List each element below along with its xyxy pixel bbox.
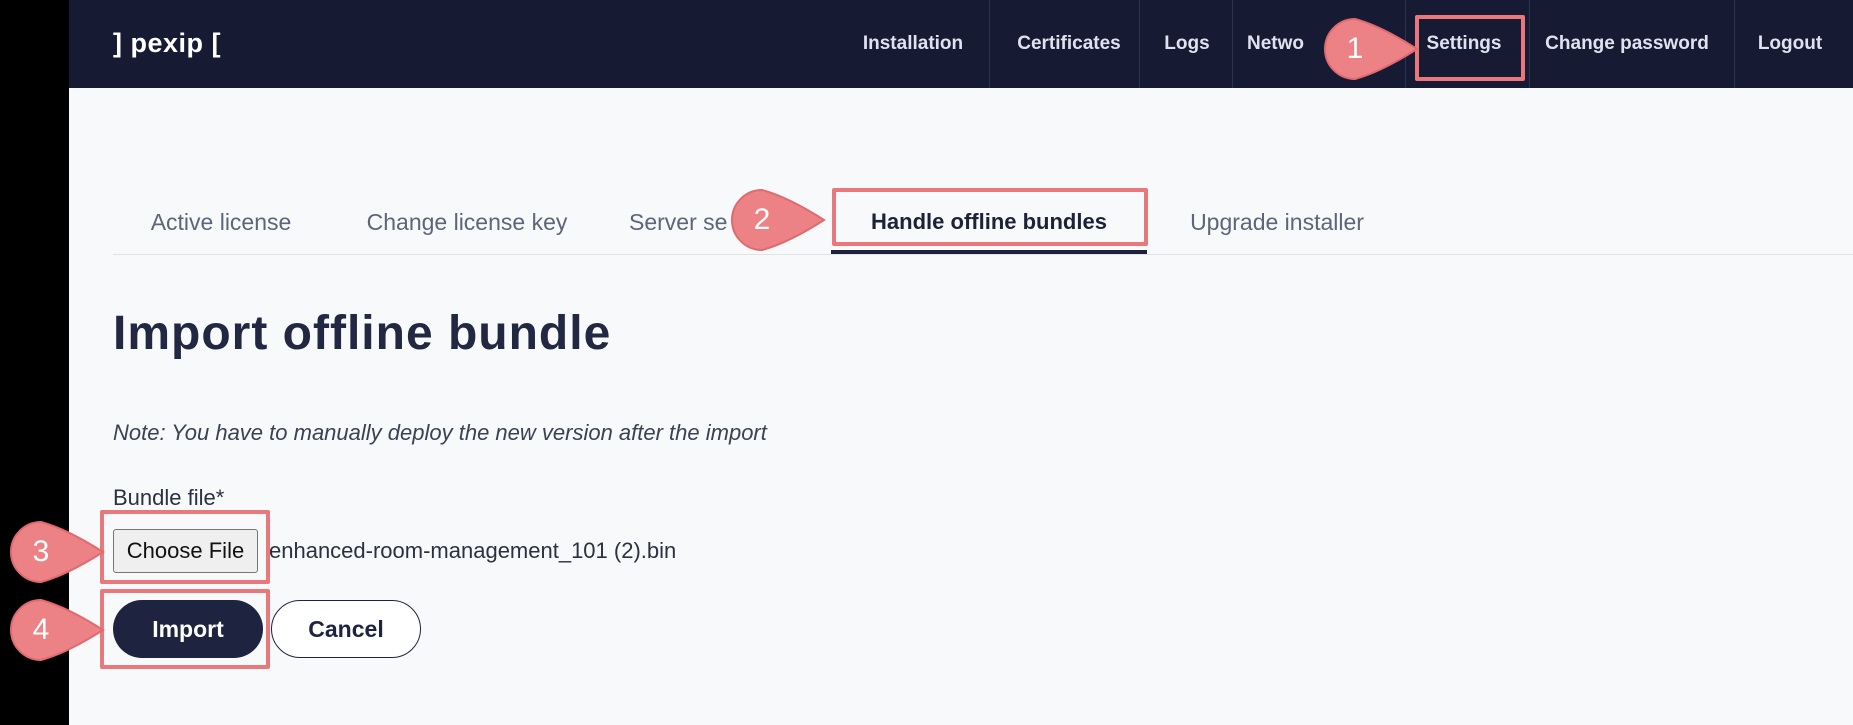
tab-upgrade-installer[interactable]: Upgrade installer [1179, 200, 1375, 244]
highlight-box-settings [1415, 15, 1525, 81]
callout-number: 2 [753, 203, 771, 236]
callout-badge-3: 3 [9, 520, 105, 584]
nav-item-change-password[interactable]: Change password [1537, 0, 1717, 88]
tab-change-license-key[interactable]: Change license key [355, 200, 579, 244]
bundle-file-label: Bundle file* [113, 485, 225, 510]
callout-number: 1 [1346, 32, 1364, 65]
selected-file-name: enhanced-room-management_101 (2).bin [269, 538, 677, 563]
callout-number: 4 [32, 613, 50, 646]
import-note: Note: You have to manually deploy the ne… [113, 420, 767, 445]
tabs-divider-line [113, 254, 1853, 255]
nav-divider [1529, 0, 1530, 88]
callout-badge-4: 4 [9, 598, 105, 662]
nav-divider [1232, 0, 1233, 88]
nav-divider [1734, 0, 1735, 88]
callout-badge-1: 1 [1323, 17, 1419, 81]
active-tab-indicator [831, 250, 1147, 254]
highlight-box-import [100, 589, 270, 669]
cancel-button[interactable]: Cancel [271, 600, 421, 658]
nav-divider [989, 0, 990, 88]
callout-badge-2: 2 [730, 188, 826, 252]
nav-item-logout[interactable]: Logout [1745, 0, 1835, 88]
page-title: Import offline bundle [113, 307, 612, 360]
callout-number: 3 [32, 535, 50, 568]
nav-item-installation[interactable]: Installation [843, 0, 983, 88]
highlight-box-choose-file [100, 510, 270, 584]
nav-item-network[interactable]: Netwo [1247, 0, 1327, 88]
tab-active-license[interactable]: Active license [133, 200, 309, 244]
tab-server-settings[interactable]: Server se [629, 200, 739, 244]
nav-divider [1139, 0, 1140, 88]
page: ] pexip [ Installation Certificates Logs… [10, 0, 1853, 725]
highlight-box-offline-bundles-tab [832, 188, 1148, 246]
nav-item-certificates[interactable]: Certificates [999, 0, 1139, 88]
pexip-logo: ] pexip [ [113, 28, 222, 58]
top-navigation-bar: ] pexip [ Installation Certificates Logs… [69, 0, 1853, 88]
nav-item-logs[interactable]: Logs [1147, 0, 1227, 88]
